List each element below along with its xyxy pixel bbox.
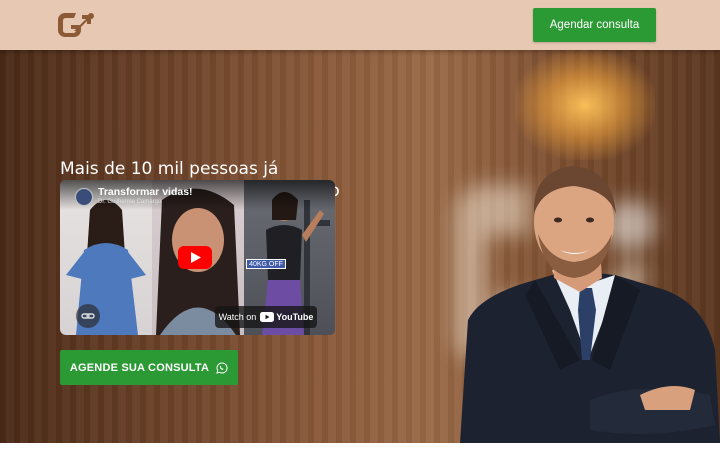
book-consultation-button[interactable]: AGENDE SUA CONSULTA <box>60 350 238 385</box>
book-consultation-label: AGENDE SUA CONSULTA <box>69 361 210 374</box>
play-button-icon[interactable] <box>178 246 212 269</box>
site-header: Agendar consulta <box>0 0 720 50</box>
channel-avatar[interactable] <box>75 188 93 206</box>
ngc-logo-icon[interactable] <box>56 9 96 41</box>
weight-loss-tag: 40KG OFF <box>246 259 286 269</box>
watch-on-label: Watch on <box>218 312 257 322</box>
youtube-play-icon <box>260 312 275 322</box>
video-channel-name: Dr. Guilherme Camargo <box>98 199 162 205</box>
schedule-consultation-button[interactable]: Agendar consulta <box>533 8 656 42</box>
youtube-logo: YouTube <box>260 312 313 322</box>
page-bottom <box>0 443 720 450</box>
whatsapp-icon <box>216 362 228 374</box>
watch-on-youtube-button[interactable]: Watch on YouTube <box>215 306 317 328</box>
youtube-video-embed[interactable]: Transformar vidas! Dr. Guilherme Camargo… <box>60 180 335 335</box>
youtube-wordmark: YouTube <box>276 312 314 322</box>
doctor-photo <box>460 166 720 443</box>
copy-link-icon[interactable] <box>76 304 100 328</box>
video-title[interactable]: Transformar vidas! <box>98 186 193 198</box>
